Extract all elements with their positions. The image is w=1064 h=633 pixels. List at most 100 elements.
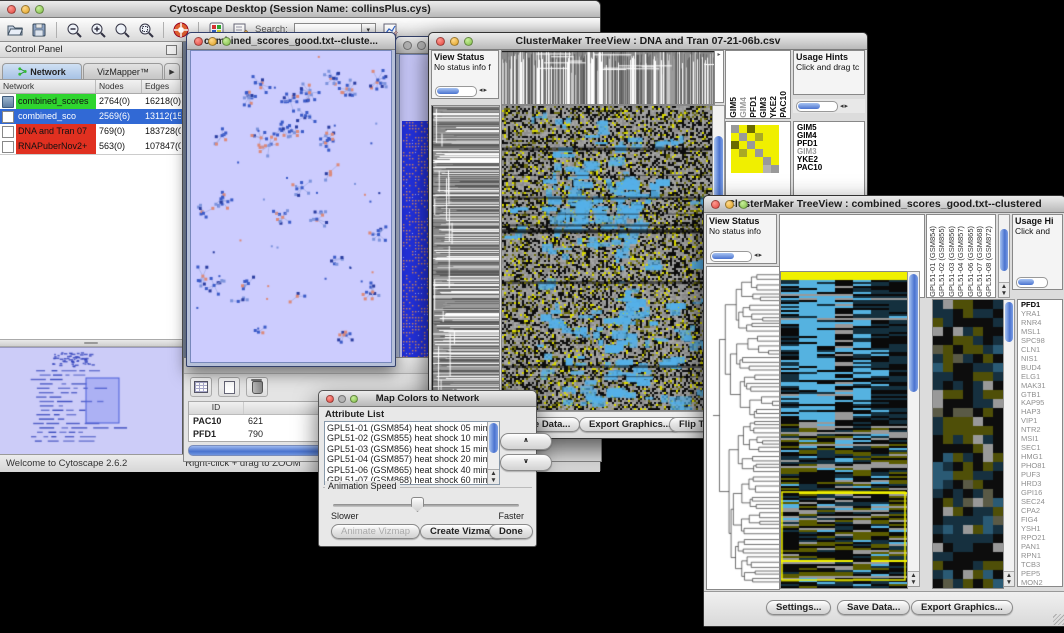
matrix-cell[interactable] bbox=[739, 133, 747, 141]
minimize-icon[interactable] bbox=[450, 37, 459, 46]
close-icon[interactable] bbox=[711, 200, 720, 209]
tv1-zoom-matrix[interactable] bbox=[731, 125, 779, 173]
matrix-cell[interactable] bbox=[771, 149, 779, 157]
zoom-window-icon[interactable] bbox=[222, 37, 231, 46]
scroll-up-icon[interactable]: ▲ bbox=[1006, 572, 1012, 579]
scroll-right-icon[interactable]: ▸ bbox=[484, 87, 489, 94]
network-table-row[interactable]: RNAPuberNov2+ 563(0) 107847(0) bbox=[0, 139, 182, 154]
new-attribute-icon[interactable] bbox=[218, 377, 240, 397]
tv1-column-labels[interactable]: GIM5GIM4PFD1GIM3YKE2PAC10 bbox=[725, 50, 791, 119]
matrix-cell[interactable] bbox=[755, 149, 763, 157]
tv2-save-data-button[interactable]: Save Data... bbox=[837, 600, 910, 615]
tv1-heatmap[interactable] bbox=[501, 105, 713, 411]
main-titlebar[interactable]: Cytoscape Desktop (Session Name: collins… bbox=[0, 1, 600, 18]
zoom-out-icon[interactable] bbox=[65, 21, 83, 38]
tv2-collabel-vscrollbar[interactable]: ▲▼ bbox=[998, 214, 1010, 298]
tv2-row-dendrogram[interactable] bbox=[706, 266, 780, 590]
zoom-selected-icon[interactable] bbox=[113, 21, 131, 38]
scroll-up-icon[interactable]: ▲ bbox=[1001, 283, 1007, 290]
matrix-cell[interactable] bbox=[763, 157, 771, 165]
col-edges[interactable]: Edges bbox=[142, 80, 181, 93]
tv2-status-scrollbar[interactable]: ◂▸ bbox=[710, 251, 763, 261]
close-icon[interactable] bbox=[326, 395, 334, 403]
network1-canvas-area[interactable] bbox=[190, 50, 392, 363]
matrix-cell[interactable] bbox=[747, 149, 755, 157]
tab-overflow-icon[interactable]: ▶ bbox=[164, 63, 180, 79]
tv1-export-graphics-button[interactable]: Export Graphics... bbox=[579, 417, 681, 432]
close-icon[interactable] bbox=[7, 5, 16, 14]
network1-titlebar[interactable]: combined_scores_good.txt--cluste... bbox=[187, 33, 395, 50]
matrix-cell[interactable] bbox=[747, 125, 755, 133]
tv2-export-graphics-button[interactable]: Export Graphics... bbox=[911, 600, 1013, 615]
matrix-cell[interactable] bbox=[739, 157, 747, 165]
matrix-cell[interactable] bbox=[747, 157, 755, 165]
zoom-window-icon[interactable] bbox=[739, 200, 748, 209]
minimize-icon[interactable] bbox=[417, 41, 426, 50]
zoom-window-icon[interactable] bbox=[464, 37, 473, 46]
matrix-cell[interactable] bbox=[747, 141, 755, 149]
tv1-column-dendrogram[interactable] bbox=[501, 50, 715, 105]
attribute-list-item[interactable]: GPL51-02 (GSM855) heat shock 10 min bbox=[327, 433, 497, 443]
attribute-list-item[interactable]: GPL51-03 (GSM856) heat shock 15 min bbox=[327, 444, 497, 454]
network-table-row[interactable]: DNA and Tran 07 769(0) 183728(0) bbox=[0, 124, 182, 139]
matrix-cell[interactable] bbox=[771, 157, 779, 165]
matrix-cell[interactable] bbox=[739, 149, 747, 157]
col-network[interactable]: Network bbox=[0, 80, 96, 93]
matrix-cell[interactable] bbox=[747, 165, 755, 173]
scroll-down-icon[interactable]: ▼ bbox=[490, 477, 496, 484]
matrix-cell[interactable] bbox=[755, 141, 763, 149]
treeview1-titlebar[interactable]: ClusterMaker TreeView : DNA and Tran 07-… bbox=[429, 33, 867, 50]
dialog-titlebar[interactable]: Map Colors to Network bbox=[319, 391, 536, 407]
scroll-down-icon[interactable]: ▼ bbox=[1006, 579, 1012, 586]
speed-slider-thumb[interactable] bbox=[411, 497, 424, 512]
matrix-cell[interactable] bbox=[763, 165, 771, 173]
tv2-zoom-heatmap[interactable] bbox=[932, 299, 1004, 589]
network-table-row[interactable]: combined_scores 2764(0) 16218(0) bbox=[0, 94, 182, 109]
delete-attribute-icon[interactable] bbox=[246, 377, 268, 397]
scroll-up-icon[interactable]: ▲ bbox=[490, 470, 496, 477]
zoom-in-icon[interactable] bbox=[89, 21, 107, 38]
matrix-cell[interactable] bbox=[763, 149, 771, 157]
move-down-button[interactable]: ∨ bbox=[500, 454, 552, 471]
minimize-icon[interactable] bbox=[725, 200, 734, 209]
resize-grip[interactable] bbox=[1053, 614, 1064, 625]
scroll-right-icon[interactable]: ▸ bbox=[845, 103, 850, 110]
minimize-icon[interactable] bbox=[21, 5, 30, 14]
panel-splitter[interactable] bbox=[0, 339, 182, 347]
float-panel-icon[interactable] bbox=[166, 45, 177, 55]
close-icon[interactable] bbox=[403, 41, 412, 50]
tv1-row-dendrogram[interactable] bbox=[431, 105, 500, 411]
attribute-list-item[interactable]: GPL51-01 (GSM854) heat shock 05 min bbox=[327, 423, 497, 433]
col-id[interactable]: ID bbox=[189, 402, 244, 414]
tv2-settings-button[interactable]: Settings... bbox=[766, 600, 831, 615]
tv2-zoom-vscrollbar[interactable]: ▲▼ bbox=[1003, 299, 1015, 587]
matrix-cell[interactable] bbox=[755, 125, 763, 133]
matrix-cell[interactable] bbox=[755, 165, 763, 173]
col-nodes[interactable]: Nodes bbox=[96, 80, 142, 93]
animate-vizmap-button[interactable]: Animate Vizmap bbox=[331, 524, 420, 539]
birds-eye-canvas[interactable] bbox=[0, 348, 180, 453]
select-attributes-icon[interactable] bbox=[190, 377, 212, 397]
tv2-global-heatmap[interactable] bbox=[780, 271, 908, 589]
attribute-list-item[interactable]: GPL51-06 (GSM865) heat shock 40 min bbox=[327, 465, 497, 475]
matrix-cell[interactable] bbox=[731, 133, 739, 141]
matrix-cell[interactable] bbox=[739, 165, 747, 173]
tab-network[interactable]: Network bbox=[2, 63, 82, 79]
tv1-usage-scrollbar[interactable]: ◂▸ bbox=[793, 99, 865, 113]
matrix-cell[interactable] bbox=[771, 125, 779, 133]
attribute-list-item[interactable]: GPL51-04 (GSM857) heat shock 20 min bbox=[327, 454, 497, 464]
matrix-cell[interactable] bbox=[731, 149, 739, 157]
matrix-cell[interactable] bbox=[731, 125, 739, 133]
matrix-cell[interactable] bbox=[771, 165, 779, 173]
network-table-row[interactable]: combined_sco 2569(6) 13112(15) bbox=[0, 109, 182, 124]
matrix-cell[interactable] bbox=[771, 133, 779, 141]
close-icon[interactable] bbox=[194, 37, 203, 46]
tv2-usage-scrollbar[interactable] bbox=[1016, 277, 1048, 287]
matrix-cell[interactable] bbox=[755, 157, 763, 165]
matrix-cell[interactable] bbox=[739, 141, 747, 149]
zoom-window-icon[interactable] bbox=[35, 5, 44, 14]
done-button[interactable]: Done bbox=[489, 524, 533, 539]
treeview2-titlebar[interactable]: ClusterMaker TreeView : combined_scores_… bbox=[704, 196, 1064, 213]
matrix-cell[interactable] bbox=[731, 157, 739, 165]
close-icon[interactable] bbox=[436, 37, 445, 46]
